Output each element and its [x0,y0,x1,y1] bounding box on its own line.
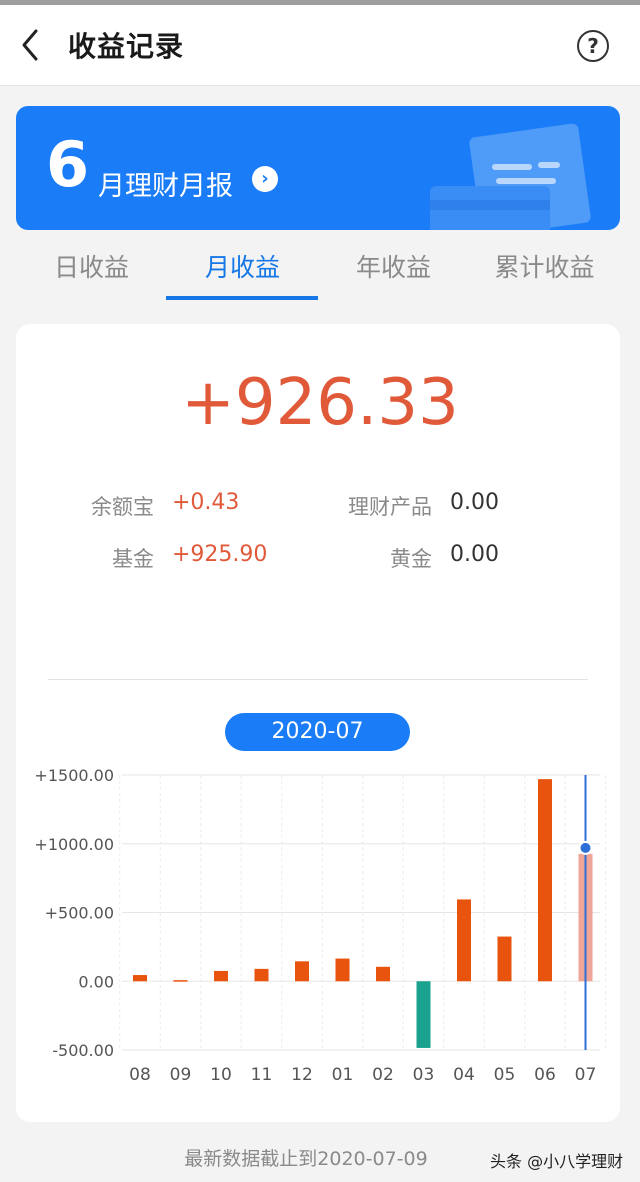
yuebao-value: +0.43 [172,490,240,515]
wealth-product-value: 0.00 [450,490,499,515]
tab-yearly[interactable]: 年收益 [318,240,469,300]
chevron-left-icon [22,29,38,61]
watermark: 头条 @小八学理财 [490,1152,624,1171]
fund-value: +925.90 [172,542,268,567]
tab-cumulative[interactable]: 累计收益 [469,240,620,300]
banner-title: 月理财月报 [98,171,233,202]
total-earnings: +926.33 [181,366,459,440]
tab-daily[interactable]: 日收益 [16,240,167,300]
monthly-report-banner[interactable]: 6 月理财月报 [16,106,620,230]
card-illustration-icon [430,123,591,230]
fund-label: 基金 [112,547,154,571]
yuebao-label: 余额宝 [91,495,154,519]
banner-month-number: 6 [46,128,90,201]
back-button[interactable] [14,25,50,65]
active-tab-indicator [166,296,318,300]
app-header: 收益记录 ? [0,5,640,86]
tab-monthly[interactable]: 月收益 [167,240,318,300]
help-icon[interactable]: ? [577,30,609,62]
month-selector-pill[interactable]: 2020-07 [225,713,410,751]
earnings-tabs: 日收益 月收益 年收益 累计收益 [16,240,620,300]
chevron-right-icon[interactable]: › [252,166,278,192]
section-divider [48,679,588,680]
gold-value: 0.00 [450,542,499,567]
gold-label: 黄金 [390,547,432,571]
page-title: 收益记录 [68,30,185,63]
wealth-product-label: 理财产品 [348,495,432,519]
